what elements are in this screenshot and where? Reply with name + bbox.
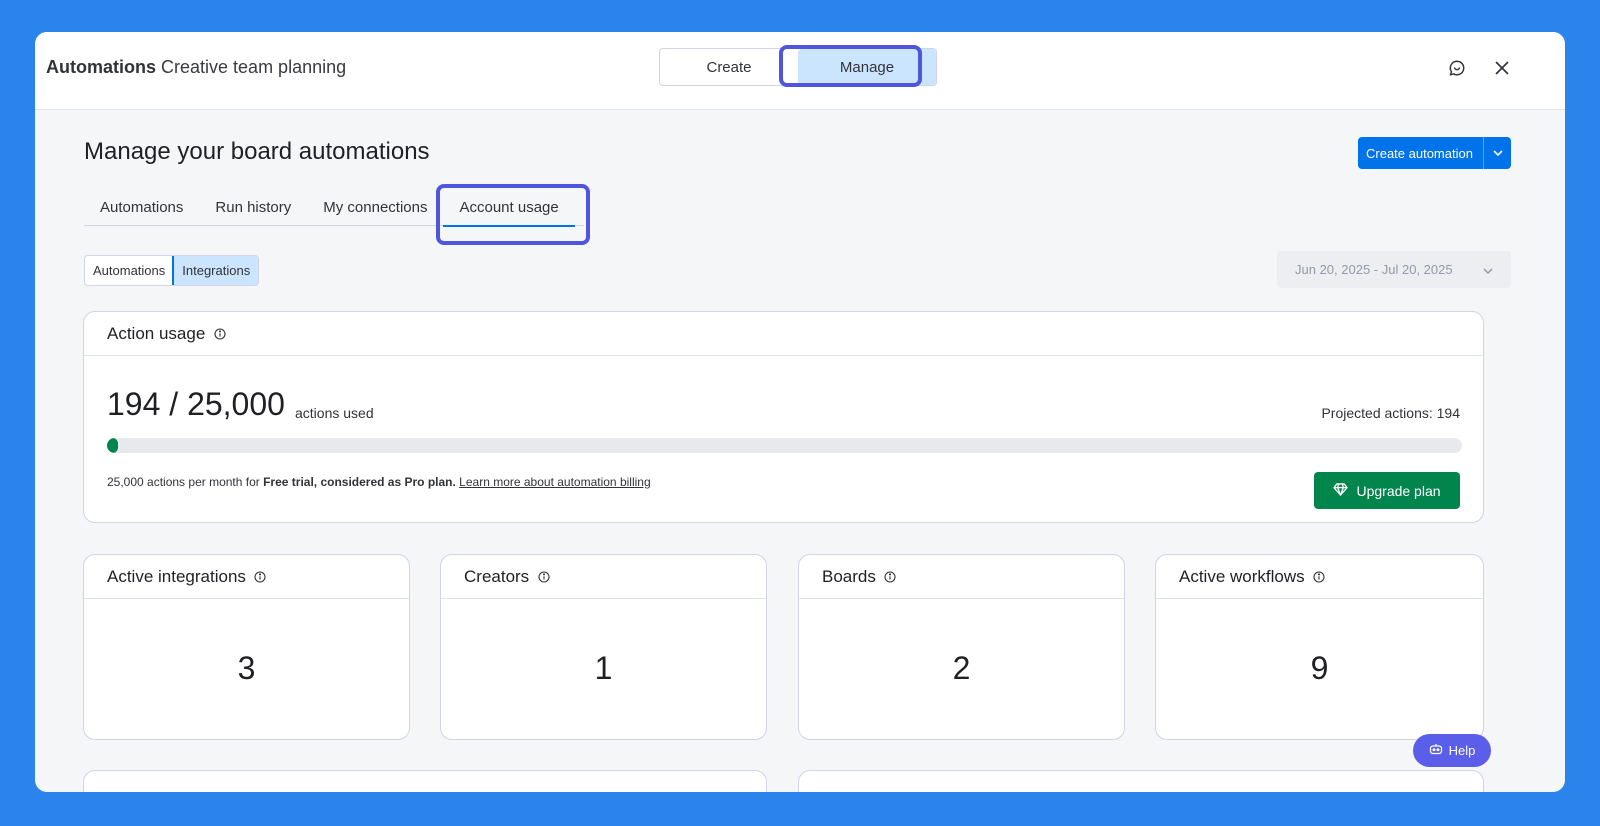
- close-icon[interactable]: [1490, 56, 1514, 80]
- upgrade-plan-button[interactable]: Upgrade plan: [1314, 472, 1460, 509]
- stat-card-active-workflows: Active workflows 9: [1155, 554, 1484, 740]
- plan-note: 25,000 actions per month for Free trial,…: [107, 475, 651, 489]
- feedback-icon[interactable]: [1445, 56, 1469, 80]
- billing-link[interactable]: Learn more about automation billing: [459, 475, 650, 489]
- stat-card-header: Creators: [441, 555, 766, 599]
- date-range-picker[interactable]: Jun 20, 2025 - Jul 20, 2025: [1277, 251, 1511, 288]
- info-icon[interactable]: [213, 327, 226, 340]
- stat-title: Active workflows: [1179, 566, 1305, 586]
- usage-type-switcher: Automations Integrations: [84, 255, 260, 286]
- board-name: Creative team planning: [161, 57, 347, 77]
- chevron-down-icon: [1483, 262, 1493, 277]
- help-label: Help: [1448, 743, 1476, 758]
- info-icon[interactable]: [254, 570, 267, 583]
- create-automation-label: Create automation: [1366, 145, 1473, 161]
- date-range-value: Jun 20, 2025 - Jul 20, 2025: [1295, 262, 1453, 277]
- projected-actions: Projected actions: 194: [1321, 405, 1460, 421]
- stat-card-header: Active workflows: [1156, 555, 1483, 599]
- tab-automations[interactable]: Automations: [84, 190, 199, 226]
- stat-title: Active integrations: [107, 566, 246, 586]
- top-bar: Automations Creative team planning Creat…: [35, 32, 1565, 110]
- lower-card-left: [83, 770, 767, 792]
- create-automation-button[interactable]: Create automation: [1358, 137, 1511, 169]
- diamond-icon: [1333, 482, 1349, 499]
- lower-card-right: [798, 770, 1484, 792]
- info-icon[interactable]: [537, 570, 550, 583]
- app-title-bold: Automations: [46, 57, 156, 77]
- stat-card-header: Active integrations: [84, 555, 409, 599]
- stat-card-header: Boards: [799, 555, 1124, 599]
- action-usage-title: Action usage: [107, 323, 206, 343]
- create-mode-button[interactable]: Create: [660, 49, 798, 85]
- action-usage-card: Action usage 194 / 25,000 actions used P…: [83, 311, 1484, 523]
- stat-value: 1: [594, 650, 613, 686]
- app-title: Automations Creative team planning: [46, 57, 346, 78]
- stat-card-boards: Boards 2: [798, 554, 1125, 740]
- actions-used-count: 194 / 25,000: [107, 386, 285, 422]
- robot-icon: [1429, 743, 1443, 758]
- mode-switcher: Create Manage: [659, 48, 937, 86]
- manage-tabs: Automations Run history My connections A…: [84, 190, 584, 227]
- stat-value: 3: [237, 650, 256, 686]
- automations-window: Automations Creative team planning Creat…: [35, 32, 1565, 792]
- tab-run-history[interactable]: Run history: [199, 190, 307, 226]
- help-button[interactable]: Help: [1413, 734, 1491, 767]
- stat-title: Boards: [822, 566, 876, 586]
- usage-automations-button[interactable]: Automations: [85, 256, 173, 285]
- tab-my-connections[interactable]: My connections: [307, 190, 443, 226]
- page-title: Manage your board automations: [84, 138, 430, 165]
- upgrade-plan-label: Upgrade plan: [1356, 482, 1441, 499]
- stat-card-creators: Creators 1: [440, 554, 767, 740]
- stat-card-active-integrations: Active integrations 3: [83, 554, 410, 740]
- plan-note-prefix: 25,000 actions per month for: [107, 475, 264, 489]
- usage-progress-fill: [107, 438, 118, 453]
- usage-progress-bar: [107, 438, 1462, 453]
- chevron-down-icon[interactable]: [1483, 137, 1511, 169]
- plan-name: Free trial, considered as Pro plan.: [263, 475, 456, 489]
- usage-integrations-button[interactable]: Integrations: [172, 256, 259, 285]
- actions-used-label: actions used: [295, 405, 374, 421]
- stat-value: 9: [1310, 650, 1329, 686]
- info-icon[interactable]: [884, 570, 897, 583]
- stat-value: 2: [952, 650, 971, 686]
- manage-mode-button[interactable]: Manage: [798, 49, 936, 85]
- tab-account-usage[interactable]: Account usage: [443, 190, 575, 227]
- info-icon[interactable]: [1313, 570, 1326, 583]
- action-usage-header: Action usage: [84, 312, 1483, 356]
- stat-title: Creators: [464, 566, 530, 586]
